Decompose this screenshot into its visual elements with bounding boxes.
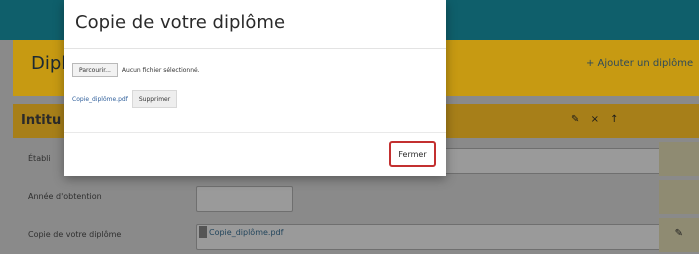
delete-file-button[interactable]: Supprimer bbox=[131, 90, 178, 108]
file-input-row: Parcourir... Aucun fichier sélectionné. bbox=[72, 63, 200, 77]
pencil-icon[interactable]: ✎ bbox=[675, 228, 683, 239]
form-row: Copie de votre diplôme Copie_diplôme.pdf… bbox=[13, 218, 699, 252]
section-actions: ✎ × ↑ bbox=[571, 114, 623, 125]
file-status-text: Aucun fichier sélectionné. bbox=[121, 66, 200, 74]
annee-obtention-input[interactable] bbox=[196, 186, 293, 212]
file-icon bbox=[199, 226, 207, 238]
uploaded-file-row: Copie_diplôme.pdf Supprimer bbox=[72, 89, 178, 109]
close-button[interactable]: Fermer bbox=[389, 141, 436, 167]
diploma-file-link[interactable]: Copie_diplôme.pdf bbox=[209, 228, 283, 237]
row-label: Copie de votre diplôme bbox=[28, 230, 122, 239]
section-label: Intitu bbox=[21, 113, 62, 128]
modal-header: Copie de votre diplôme bbox=[64, 0, 446, 49]
add-diploma-link[interactable]: + Ajouter un diplôme bbox=[586, 58, 693, 69]
row-side-block bbox=[659, 180, 699, 214]
row-label: Année d'obtention bbox=[28, 192, 102, 201]
form-row: Année d'obtention bbox=[13, 180, 699, 214]
pencil-icon[interactable]: ✎ bbox=[571, 114, 583, 125]
modal-title: Copie de votre diplôme bbox=[75, 12, 286, 33]
diploma-upload-modal: Copie de votre diplôme Parcourir... Aucu… bbox=[64, 0, 446, 176]
modal-footer: Fermer bbox=[64, 132, 446, 177]
row-label: Établi bbox=[28, 154, 51, 163]
arrow-up-icon[interactable]: ↑ bbox=[610, 114, 622, 125]
page-title: Dipl bbox=[31, 53, 67, 74]
row-side-block bbox=[659, 142, 699, 176]
uploaded-file-link[interactable]: Copie_diplôme.pdf bbox=[72, 96, 128, 103]
close-icon[interactable]: × bbox=[591, 114, 603, 125]
browse-button[interactable]: Parcourir... bbox=[72, 63, 118, 77]
